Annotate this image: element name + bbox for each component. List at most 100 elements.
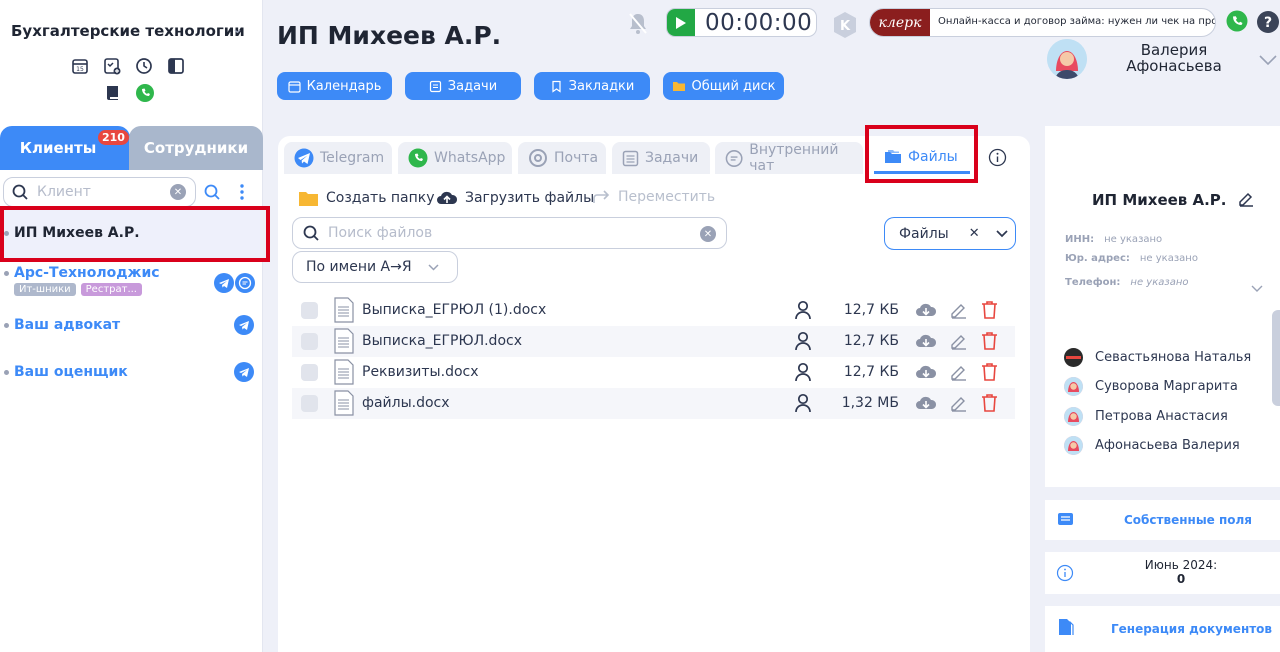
clear-search-icon[interactable]: ✕: [700, 226, 716, 242]
edit-icon[interactable]: [1237, 189, 1255, 211]
clear-search-icon[interactable]: ✕: [170, 184, 186, 200]
create-folder-button[interactable]: Создать папку: [298, 189, 435, 207]
info-icon[interactable]: [988, 148, 1007, 171]
telegram-icon[interactable]: [214, 273, 234, 293]
status-dot: [4, 369, 9, 375]
responsible-person[interactable]: Суворова Маргарита: [1064, 376, 1238, 396]
file-type-filter[interactable]: Файлы ✕: [884, 217, 1016, 250]
play-icon: [676, 16, 686, 29]
file-size: 1,32 МБ: [841, 395, 899, 411]
move-button[interactable]: Переместить: [592, 189, 715, 205]
tab-mail[interactable]: Почта: [518, 142, 606, 174]
edit-icon[interactable]: [949, 362, 968, 385]
responsible-person[interactable]: Петрова Анастасия: [1064, 406, 1228, 426]
phone-icon[interactable]: [1226, 10, 1248, 36]
timer-value: 00:00:00: [705, 10, 813, 36]
delete-icon[interactable]: [981, 331, 998, 354]
table-row[interactable]: Реквизиты.docx 12,7 КБ: [292, 357, 1015, 388]
avatar[interactable]: [1047, 39, 1087, 79]
file-name: Реквизиты.docx: [362, 364, 479, 380]
sort-select[interactable]: По имени А→Я: [292, 251, 458, 283]
highlight-frame: [865, 125, 978, 183]
user-name[interactable]: Валерия Афонасьева: [1110, 42, 1238, 74]
news-ticker[interactable]: клерк Онлайн-касса и договор займа: нуже…: [869, 8, 1216, 37]
delete-icon[interactable]: [981, 300, 998, 323]
inn-label: ИНН:: [1065, 234, 1095, 245]
shared-disk-button[interactable]: Общий диск: [663, 72, 784, 100]
news-text: Онлайн-касса и договор займа: нужен ли ч…: [938, 16, 1215, 27]
document-icon: [334, 297, 354, 327]
list-item[interactable]: Ваш оценщик: [4, 364, 128, 380]
calendar-button[interactable]: Календарь: [277, 72, 392, 100]
tab-staff[interactable]: Сотрудники: [129, 126, 263, 170]
bookmark-icon: [552, 80, 561, 93]
svg-text:K: K: [840, 19, 851, 34]
tab-tasks[interactable]: Задачи: [612, 142, 710, 174]
telegram-icon[interactable]: [234, 315, 254, 335]
download-icon[interactable]: [915, 301, 937, 323]
chevron-down-icon[interactable]: [1251, 278, 1263, 297]
book-icon[interactable]: [102, 82, 124, 104]
edit-icon[interactable]: [949, 393, 968, 416]
download-icon[interactable]: [915, 363, 937, 385]
files-search-input[interactable]: [328, 225, 678, 241]
document-icon: [334, 328, 354, 358]
document-icon: [334, 390, 354, 420]
bookmarks-button[interactable]: Закладки: [534, 72, 650, 100]
tab-telegram[interactable]: Telegram: [284, 142, 392, 174]
avatar: [1064, 406, 1083, 426]
tasks-button[interactable]: Задачи: [405, 72, 521, 100]
responsible-person[interactable]: Севастьянова Наталья: [1064, 347, 1251, 367]
tab-staff-label: Сотрудники: [143, 139, 249, 157]
download-icon[interactable]: [915, 332, 937, 354]
row-checkbox[interactable]: [301, 302, 318, 319]
more-vertical-icon[interactable]: [239, 183, 245, 205]
bell-off-icon[interactable]: [627, 11, 649, 41]
k-badge-icon[interactable]: K: [832, 11, 858, 43]
folder-icon: [299, 192, 318, 206]
user-icon[interactable]: [794, 300, 812, 324]
table-row[interactable]: Выписка_ЕГРЮЛ (1).docx 12,7 КБ: [292, 295, 1015, 326]
at-sign-icon: [529, 149, 547, 167]
user-icon[interactable]: [794, 362, 812, 386]
tab-internal-chat[interactable]: Внутренний чат: [715, 142, 863, 174]
generate-documents-section[interactable]: Генерация документов: [1045, 606, 1280, 652]
upload-files-button[interactable]: Загрузить файлы: [436, 189, 594, 207]
avatar: [1064, 376, 1083, 396]
user-last-name: Афонасьева: [1126, 57, 1222, 75]
table-row[interactable]: Выписка_ЕГРЮЛ.docx 12,7 КБ: [292, 326, 1015, 357]
edit-icon[interactable]: [949, 331, 968, 354]
sidebar-toggle-icon[interactable]: [165, 55, 187, 77]
tab-whatsapp[interactable]: WhatsApp: [398, 142, 512, 174]
internal-chat-icon[interactable]: [235, 273, 255, 293]
delete-icon[interactable]: [981, 362, 998, 385]
help-icon[interactable]: ?: [1256, 10, 1280, 38]
responsible-person[interactable]: Афонасьева Валерия: [1064, 435, 1240, 455]
user-icon[interactable]: [794, 393, 812, 417]
info-icon[interactable]: [1056, 564, 1074, 586]
row-checkbox[interactable]: [301, 395, 318, 412]
whatsapp-icon[interactable]: [134, 82, 156, 104]
edit-icon[interactable]: [949, 300, 968, 323]
list-item[interactable]: Арс-Технолоджис Ит-шники Рестрат...: [4, 265, 256, 303]
telegram-icon[interactable]: [234, 362, 254, 382]
chat-icon: [725, 149, 743, 167]
clock-icon[interactable]: [133, 55, 155, 77]
row-checkbox[interactable]: [301, 364, 318, 381]
custom-fields-section[interactable]: Собственные поля: [1045, 500, 1280, 540]
list-item[interactable]: Ваш адвокат: [4, 317, 120, 333]
search-icon[interactable]: [204, 184, 221, 205]
download-icon[interactable]: [915, 394, 937, 416]
play-button[interactable]: [667, 9, 695, 36]
company-switcher[interactable]: Бухгалтерские технологии ⌄: [11, 22, 251, 40]
table-row[interactable]: файлы.docx 1,32 МБ: [292, 388, 1015, 419]
delete-icon[interactable]: [981, 393, 998, 416]
row-checkbox[interactable]: [301, 333, 318, 350]
calendar-icon[interactable]: 15: [69, 55, 91, 77]
clear-filter-icon[interactable]: ✕: [969, 226, 980, 241]
chevron-down-icon[interactable]: [1259, 50, 1277, 69]
task-add-icon[interactable]: [101, 55, 123, 77]
panel-collapse-handle[interactable]: [1272, 310, 1280, 406]
client-search-input[interactable]: [37, 184, 167, 200]
user-icon[interactable]: [794, 331, 812, 355]
